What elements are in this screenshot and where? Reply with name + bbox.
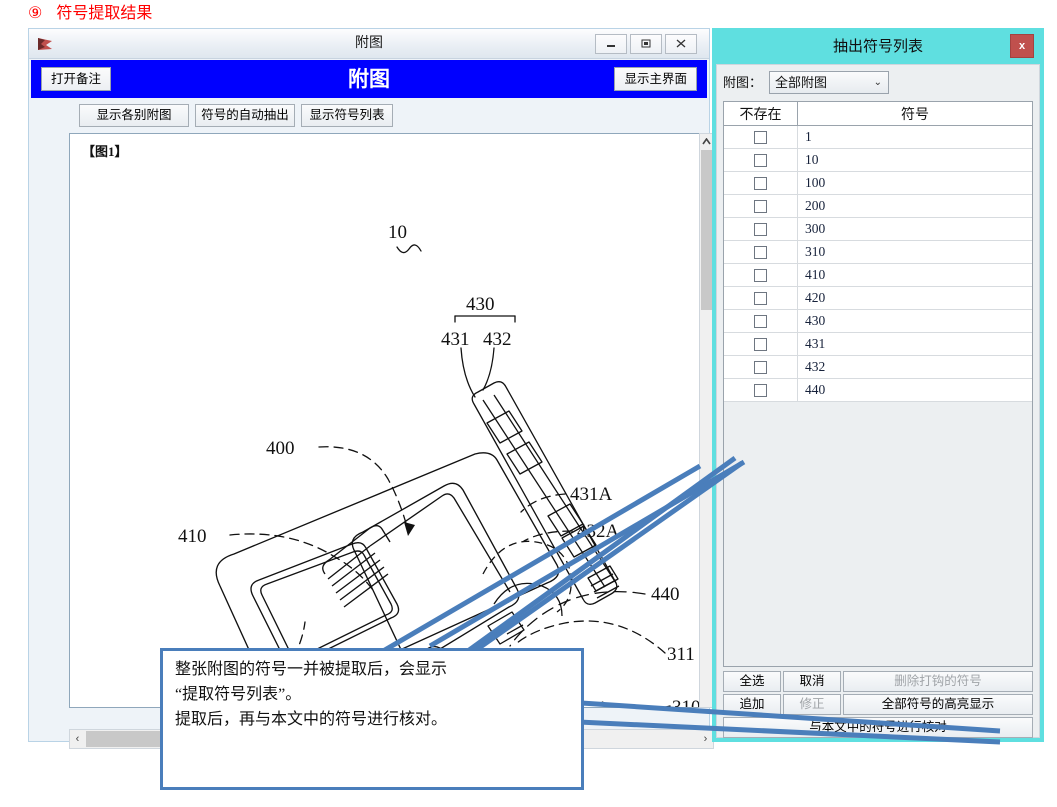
annotation-text: 整张附图的符号一并被提取后，会显示 “提取符号列表”。 提取后，再与本文中的符号… bbox=[175, 661, 448, 728]
annotation-callout: 整张附图的符号一并被提取后，会显示 “提取符号列表”。 提取后，再与本文中的符号… bbox=[160, 648, 584, 790]
